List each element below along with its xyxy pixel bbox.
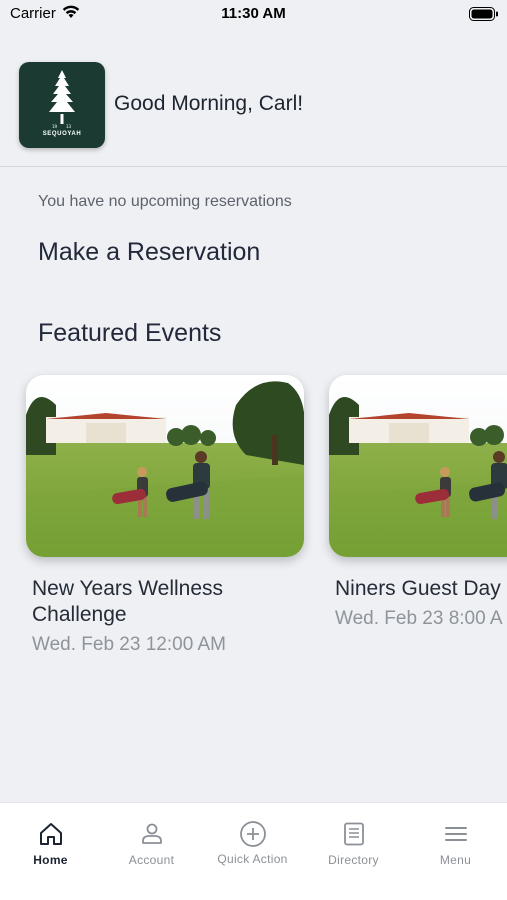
account-icon <box>141 823 162 844</box>
tab-label: Menu <box>439 853 472 867</box>
event-date: Wed. Feb 23 8:00 A <box>335 608 503 629</box>
svg-text:19: 19 <box>52 124 58 129</box>
home-screen: Carrier 11:30 AM 19 13 SEQUOYAH Good Mor… <box>0 0 507 900</box>
tab-label: Home <box>33 853 68 867</box>
tab-account[interactable]: Account <box>101 821 202 867</box>
tab-label: Directory <box>328 853 379 867</box>
club-logo[interactable]: 19 13 SEQUOYAH <box>19 62 105 148</box>
tab-label: Account <box>128 853 175 867</box>
tab-quick-action[interactable]: Quick Action <box>202 821 303 866</box>
header: 19 13 SEQUOYAH Good Morning, Carl! <box>0 28 507 167</box>
clock-time: 11:30 AM <box>221 5 286 22</box>
svg-text:13: 13 <box>66 124 72 129</box>
event-image[interactable] <box>26 375 304 557</box>
event-date: Wed. Feb 23 12:00 AM <box>32 634 226 655</box>
plus-circle-icon <box>239 821 266 847</box>
event-card[interactable]: Niners Guest Day Wed. Feb 23 8:00 A <box>329 375 507 630</box>
event-title: New Years Wellness Challenge <box>32 577 224 626</box>
tab-home[interactable]: Home <box>0 821 101 867</box>
event-image[interactable] <box>329 375 507 557</box>
status-bar: Carrier 11:30 AM <box>0 0 507 28</box>
tab-directory[interactable]: Directory <box>303 821 404 867</box>
tab-label: Quick Action <box>217 852 288 866</box>
featured-events-heading: Featured Events <box>38 319 222 347</box>
tab-bar: Home Account Quick Action Directory Menu <box>0 802 507 900</box>
directory-icon <box>343 822 364 846</box>
battery-icon <box>469 7 499 21</box>
home-icon <box>39 823 62 845</box>
tab-menu[interactable]: Menu <box>405 821 506 867</box>
menu-icon <box>444 827 467 841</box>
event-title: Niners Guest Day <box>335 577 501 600</box>
make-reservation-link[interactable]: Make a Reservation <box>38 238 260 267</box>
greeting-text: Good Morning, Carl! <box>114 92 304 115</box>
logo-wordmark: SEQUOYAH <box>42 131 82 137</box>
event-card[interactable]: New Years Wellness Challenge Wed. Feb 23… <box>26 375 304 656</box>
no-reservations-message: You have no upcoming reservations <box>38 193 292 210</box>
